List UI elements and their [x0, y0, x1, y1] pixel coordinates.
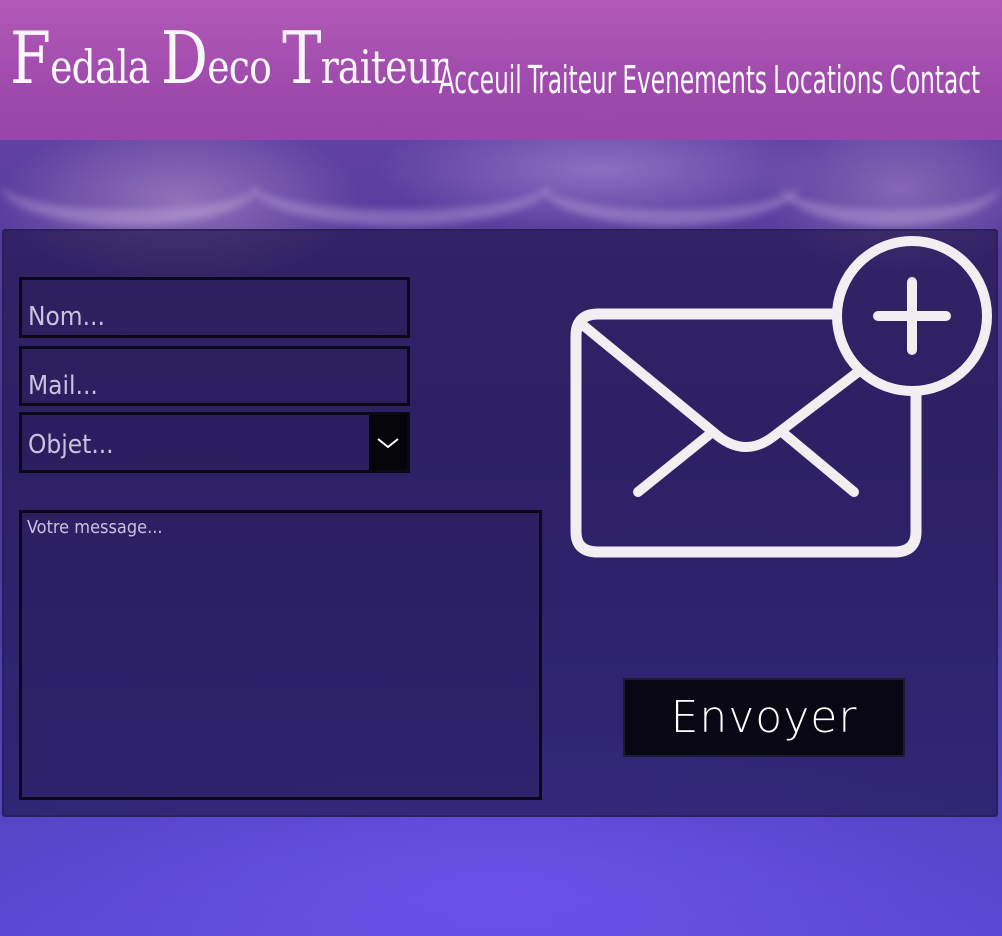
background-decoration: [780, 140, 1002, 226]
envelope-plus-icon: [570, 236, 992, 558]
name-input[interactable]: [19, 277, 410, 338]
brand-initial: F: [10, 16, 51, 100]
subject-select[interactable]: Objet...: [19, 412, 410, 473]
brand-text: eco: [207, 40, 272, 94]
site-logo-text[interactable]: Fedala Deco Traiteur: [10, 22, 448, 94]
brand-initial: D: [160, 16, 208, 100]
nav-link-locations[interactable]: Locations: [773, 58, 883, 102]
background-decoration: [0, 140, 260, 226]
message-textarea[interactable]: [19, 510, 542, 800]
nav-link-acceuil[interactable]: Acceuil: [439, 58, 522, 102]
nav-link-traiteur[interactable]: Traiteur: [528, 58, 616, 102]
background-decoration: [250, 140, 550, 226]
nav-link-contact[interactable]: Contact: [890, 58, 980, 102]
background-decoration: [540, 140, 800, 226]
send-button[interactable]: Envoyer: [623, 678, 905, 757]
chevron-down-icon[interactable]: [369, 415, 407, 470]
main-nav: Acceuil Traiteur Evenements Locations Co…: [439, 58, 980, 102]
email-input[interactable]: [19, 346, 410, 406]
brand-text: edala: [50, 40, 150, 94]
subject-select-value: Objet...: [28, 430, 114, 460]
nav-link-evenements[interactable]: Evenements: [622, 58, 767, 102]
site-header: Fedala Deco Traiteur Acceuil Traiteur Ev…: [0, 0, 1002, 140]
brand-text: raiteur: [320, 40, 448, 94]
brand-initial: T: [282, 16, 321, 100]
